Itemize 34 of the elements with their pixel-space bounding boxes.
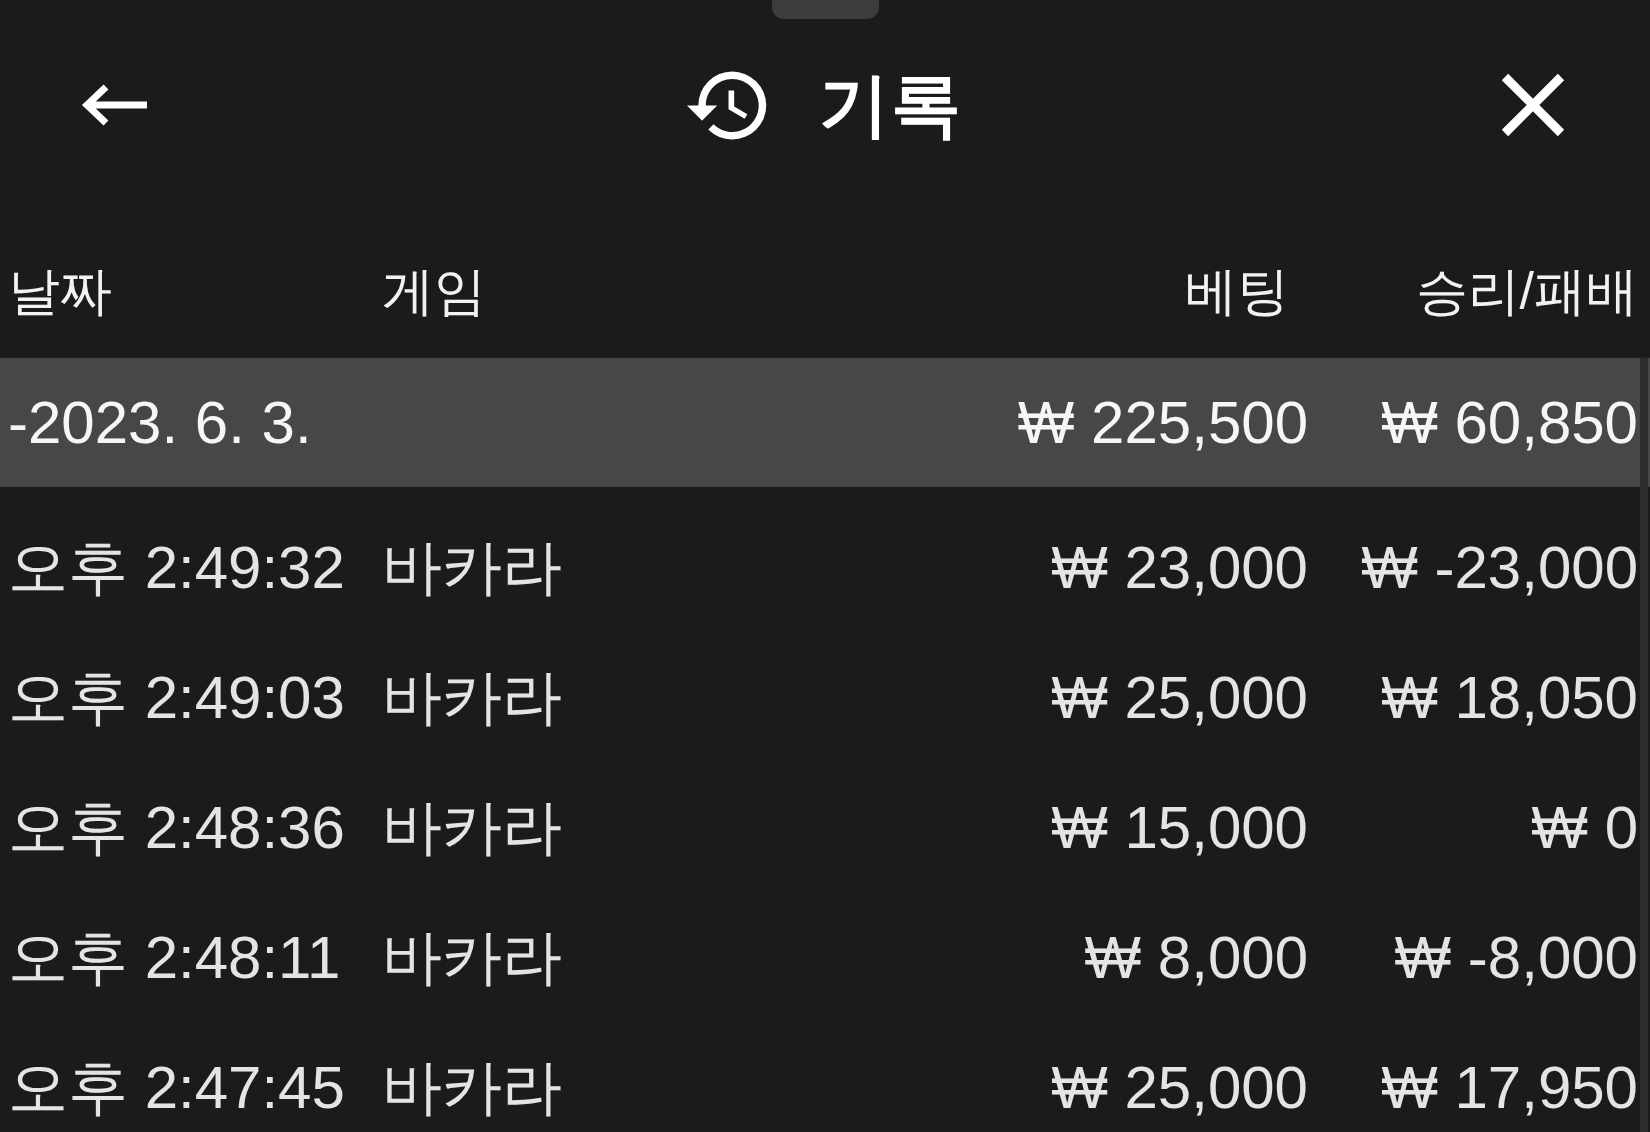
table-cell: ₩ 25,000 — [1051, 1054, 1308, 1122]
table-cell: ₩ 17,950 — [1381, 1054, 1638, 1122]
table-cell: 오후 2:48:36 — [8, 794, 345, 862]
column-header: 베팅 — [1185, 261, 1289, 321]
table-cell: 오후 2:49:03 — [8, 664, 345, 732]
table-cell: ₩ 0 — [1531, 794, 1638, 862]
table-cell: 바카라 — [382, 534, 562, 602]
column-header: 날짜 — [8, 261, 112, 321]
table-cell: ₩ 18,050 — [1381, 664, 1638, 732]
column-header: 게임 — [382, 261, 486, 321]
table-cell: 오후 2:47:45 — [8, 1054, 345, 1122]
table-cell: ₩ 15,000 — [1051, 794, 1308, 862]
table-cell: ₩ 225,500 — [1017, 388, 1308, 457]
close-icon — [1500, 72, 1566, 138]
back-arrow-icon — [79, 83, 149, 127]
table-cell: 바카라 — [382, 1054, 562, 1122]
table-cell: 오후 2:49:32 — [8, 534, 345, 602]
table-cell: ₩ 8,000 — [1084, 924, 1308, 992]
table-cell: ₩ 23,000 — [1051, 534, 1308, 602]
table-cell: ₩ -8,000 — [1394, 924, 1638, 992]
table-cell: ₩ -23,000 — [1361, 534, 1638, 602]
table-cell: ₩ 25,000 — [1051, 664, 1308, 732]
column-header: 승리/패배 — [1415, 261, 1638, 321]
history-icon — [686, 70, 767, 140]
table-cell: 바카라 — [382, 924, 562, 992]
table-cell: 바카라 — [382, 664, 562, 732]
table-cell: ₩ 60,850 — [1381, 388, 1638, 457]
table-cell: 오후 2:48:11 — [8, 924, 341, 992]
table-cell: -2023. 6. 3. — [8, 388, 312, 457]
close-button[interactable] — [1500, 72, 1566, 138]
drag-handle[interactable] — [771, 0, 879, 19]
table-cell: 바카라 — [382, 794, 562, 862]
back-button[interactable] — [79, 83, 149, 127]
dialog-title: 기록 — [818, 65, 963, 145]
